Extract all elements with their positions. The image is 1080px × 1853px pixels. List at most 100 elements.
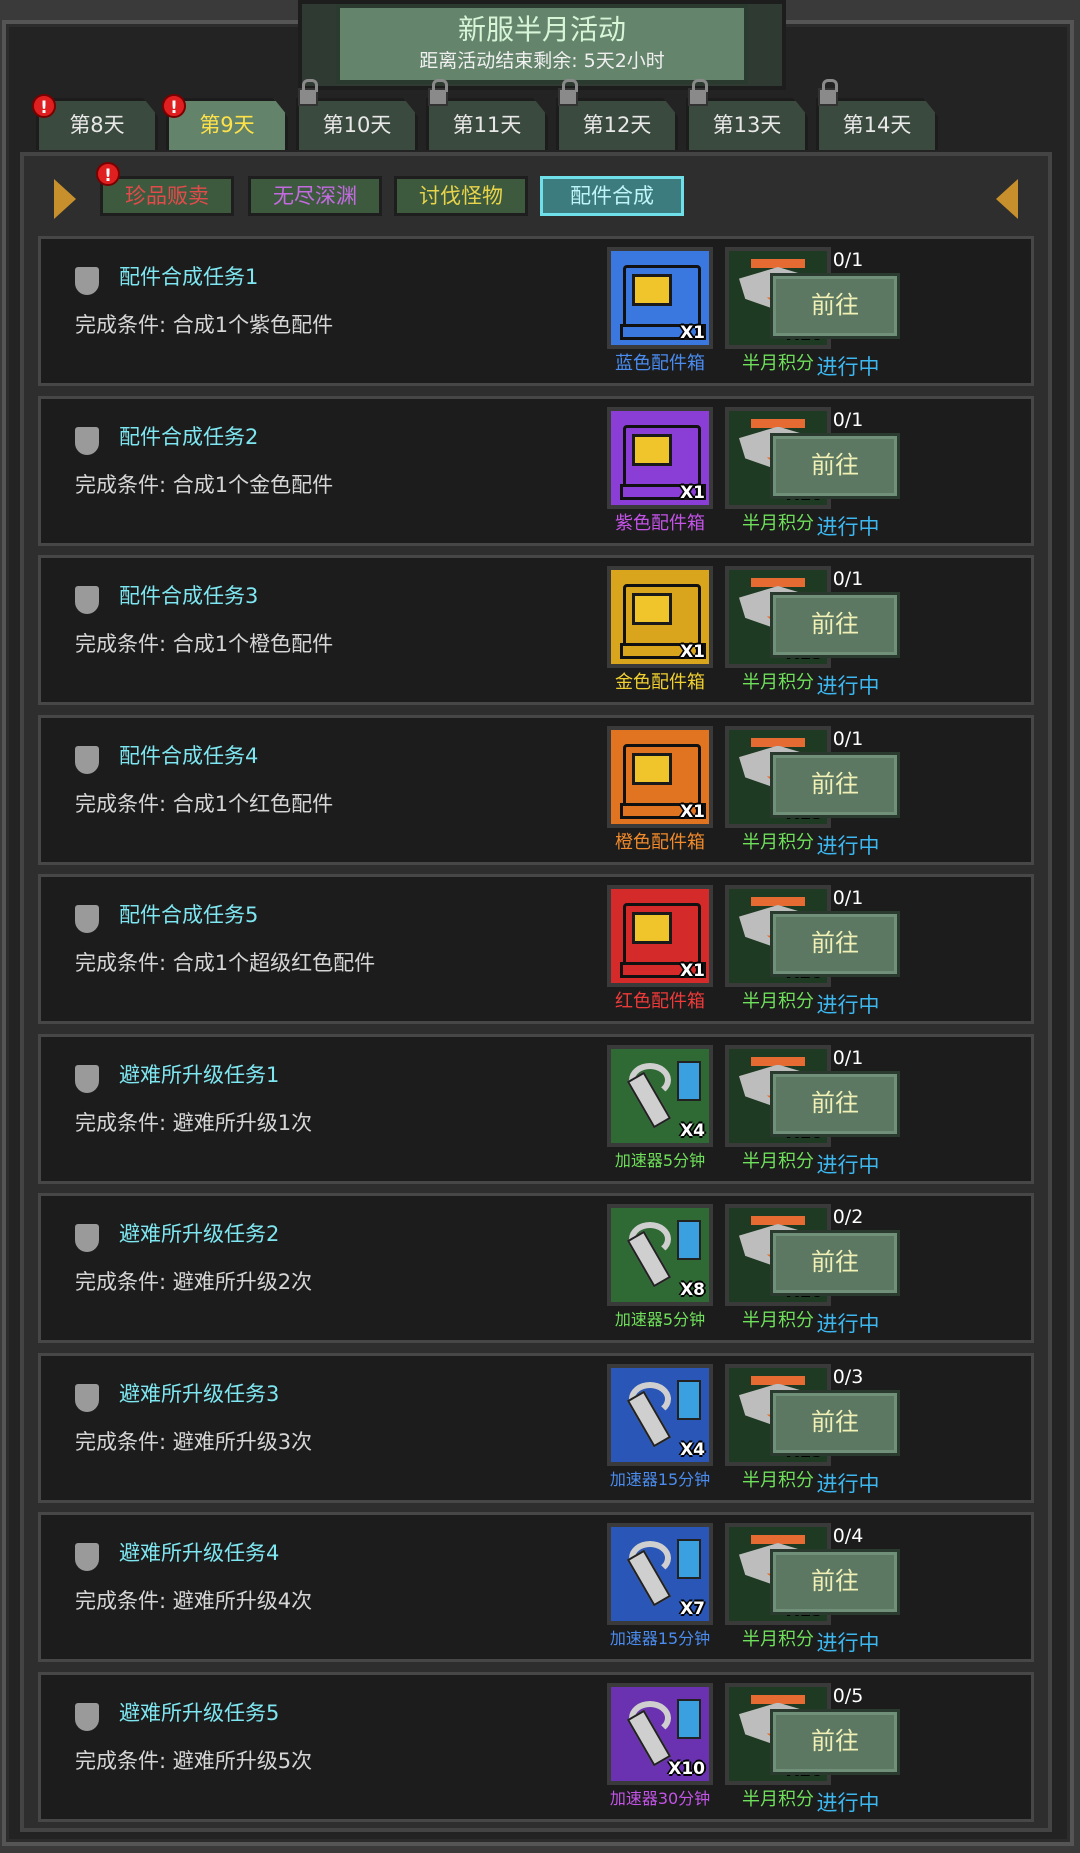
progress-count: 0/1 xyxy=(832,1046,864,1069)
task-name: 配件合成任务5 xyxy=(119,903,259,927)
task-row: 避难所升级任务2完成条件: 避难所升级2次X8加速器5分钟★X10半月积分0/2… xyxy=(38,1193,1034,1343)
shield-icon xyxy=(75,905,99,933)
wrench-icon xyxy=(621,1062,673,1128)
reward-slot[interactable]: X10 xyxy=(607,1682,713,1785)
battery-icon xyxy=(677,1698,701,1739)
lock-icon xyxy=(688,79,708,106)
task-status: 进行中 xyxy=(816,355,880,379)
goto-button[interactable]: 前往 xyxy=(770,1708,900,1775)
reward-slot[interactable]: X1 xyxy=(607,725,713,828)
task-row: 避难所升级任务1完成条件: 避难所升级1次X4加速器5分钟★X10半月积分0/1… xyxy=(38,1033,1034,1184)
shield-icon xyxy=(75,1702,99,1731)
reward-label: 加速器15分钟 xyxy=(609,1629,711,1648)
progress-count: 0/2 xyxy=(832,1206,864,1228)
progress-count: 0/5 xyxy=(832,1684,864,1707)
shield-icon xyxy=(75,1064,99,1093)
reward-label: 加速器5分钟 xyxy=(614,1150,706,1170)
reward-label: 加速器5分钟 xyxy=(614,1310,706,1329)
event-countdown: 距离活动结束剩余: 5天2小时 xyxy=(419,50,665,72)
lock-icon xyxy=(428,79,448,106)
reward-slot[interactable]: X7 xyxy=(607,1523,713,1625)
reward-slot[interactable]: X1 xyxy=(607,406,713,509)
shield-icon xyxy=(75,745,99,774)
task-name: 配件合成任务4 xyxy=(119,743,259,768)
task-name: 避难所升级任务3 xyxy=(119,1381,280,1406)
task-condition: 完成条件: 避难所升级3次 xyxy=(75,1429,313,1454)
task-name: 避难所升级任务5 xyxy=(119,1700,280,1725)
task-row: 避难所升级任务3完成条件: 避难所升级3次X4加速器15分钟★X15半月积分0/… xyxy=(38,1352,1034,1503)
crate-icon xyxy=(620,424,706,500)
battery-icon xyxy=(677,1060,701,1101)
goto-button[interactable]: 前往 xyxy=(770,1230,900,1296)
reward-slot[interactable]: X1 xyxy=(607,566,713,668)
reward-label: 紫色配件箱 xyxy=(615,512,705,534)
progress-count: 0/1 xyxy=(832,887,864,909)
reward-slot[interactable]: X4 xyxy=(607,1044,713,1147)
reward-slot[interactable]: X1 xyxy=(607,247,713,349)
shield-icon xyxy=(75,426,99,455)
task-name: 配件合成任务1 xyxy=(119,265,259,289)
reward-label: 金色配件箱 xyxy=(615,672,705,693)
progress-count: 0/1 xyxy=(832,568,864,590)
goto-button[interactable]: 前往 xyxy=(770,751,900,818)
goto-button[interactable]: 前往 xyxy=(770,1070,900,1137)
goto-button[interactable]: 前往 xyxy=(770,1549,900,1615)
battery-icon xyxy=(677,1539,701,1579)
progress-count: 0/1 xyxy=(832,249,864,271)
reward-quantity: X4 xyxy=(680,1439,705,1460)
event-title: 新服半月活动 xyxy=(457,13,626,46)
reward-slot[interactable]: X1 xyxy=(607,885,713,987)
task-name: 避难所升级任务4 xyxy=(119,1541,280,1565)
task-panel: 珍品贩卖! 无尽深渊 讨伐怪物 配件合成 配件合成任务1 完成条件: 合成1个紫色配件 X… xyxy=(20,152,1052,1832)
reward-slot[interactable]: X8 xyxy=(607,1204,713,1306)
crate-icon xyxy=(620,265,706,340)
category-tab-bar: 珍品贩卖! 无尽深渊 讨伐怪物 配件合成 xyxy=(24,162,1048,219)
reward-quantity: X1 xyxy=(680,801,705,822)
category-tab[interactable]: 珍品贩卖 xyxy=(100,176,234,216)
reward-slot[interactable]: X4 xyxy=(607,1363,713,1466)
shield-icon xyxy=(75,1224,99,1252)
wrench-icon xyxy=(621,1541,673,1607)
reward-quantity: X1 xyxy=(680,482,705,503)
reward-quantity: X1 xyxy=(680,642,705,662)
wrench-icon xyxy=(621,1381,673,1447)
category-tab[interactable]: 无尽深渊 xyxy=(248,176,382,216)
crate-icon xyxy=(620,743,706,819)
task-row: 避难所升级任务5完成条件: 避难所升级5次X10加速器30分钟★X20半月积分0… xyxy=(38,1671,1034,1822)
task-condition: 完成条件: 合成1个红色配件 xyxy=(75,791,334,816)
alert-icon: ! xyxy=(162,94,186,118)
task-row: 配件合成任务4完成条件: 合成1个红色配件X1橙色配件箱★X15半月积分0/1前… xyxy=(38,714,1034,865)
goto-button[interactable]: 前往 xyxy=(770,592,900,658)
battery-icon xyxy=(677,1379,701,1420)
reward-label: 蓝色配件箱 xyxy=(615,353,705,374)
shield-icon xyxy=(75,1383,99,1412)
title-plate: 新服半月活动 距离活动结束剩余: 5天2小时 xyxy=(298,0,786,90)
task-name: 避难所升级任务1 xyxy=(119,1062,280,1087)
alert-icon: ! xyxy=(32,94,56,118)
task-condition: 完成条件: 避难所升级5次 xyxy=(75,1748,313,1773)
goto-button[interactable]: 前往 xyxy=(770,1389,900,1456)
arrow-left-icon[interactable] xyxy=(54,179,76,219)
reward-label: 加速器15分钟 xyxy=(609,1469,711,1489)
goto-button[interactable]: 前往 xyxy=(770,911,900,977)
category-tab[interactable]: 配件合成 xyxy=(540,176,684,216)
task-condition: 完成条件: 避难所升级2次 xyxy=(75,1270,313,1294)
task-row: 配件合成任务3完成条件: 合成1个橙色配件X1金色配件箱★X15半月积分0/1前… xyxy=(38,555,1034,705)
shield-icon xyxy=(75,586,99,614)
reward-label: 红色配件箱 xyxy=(615,991,705,1012)
task-status: 进行中 xyxy=(816,1631,880,1655)
goto-button[interactable]: 前往 xyxy=(770,273,900,339)
crate-icon xyxy=(620,903,706,978)
task-status: 进行中 xyxy=(816,1312,880,1336)
wrench-icon xyxy=(621,1700,673,1766)
category-tab[interactable]: 讨伐怪物 xyxy=(394,176,528,216)
task-row: 配件合成任务2完成条件: 合成1个金色配件X1紫色配件箱★X10半月积分0/1前… xyxy=(38,395,1034,546)
task-status: 进行中 xyxy=(816,674,880,698)
progress-count: 0/1 xyxy=(832,408,864,431)
goto-button[interactable]: 前往 xyxy=(770,432,900,499)
shield-icon xyxy=(75,1543,99,1571)
task-condition: 完成条件: 合成1个金色配件 xyxy=(75,472,334,497)
arrow-right-icon[interactable] xyxy=(996,179,1018,219)
lock-icon xyxy=(298,79,318,106)
task-row: 配件合成任务5完成条件: 合成1个超级红色配件X1红色配件箱★X20半月积分0/… xyxy=(38,874,1034,1024)
